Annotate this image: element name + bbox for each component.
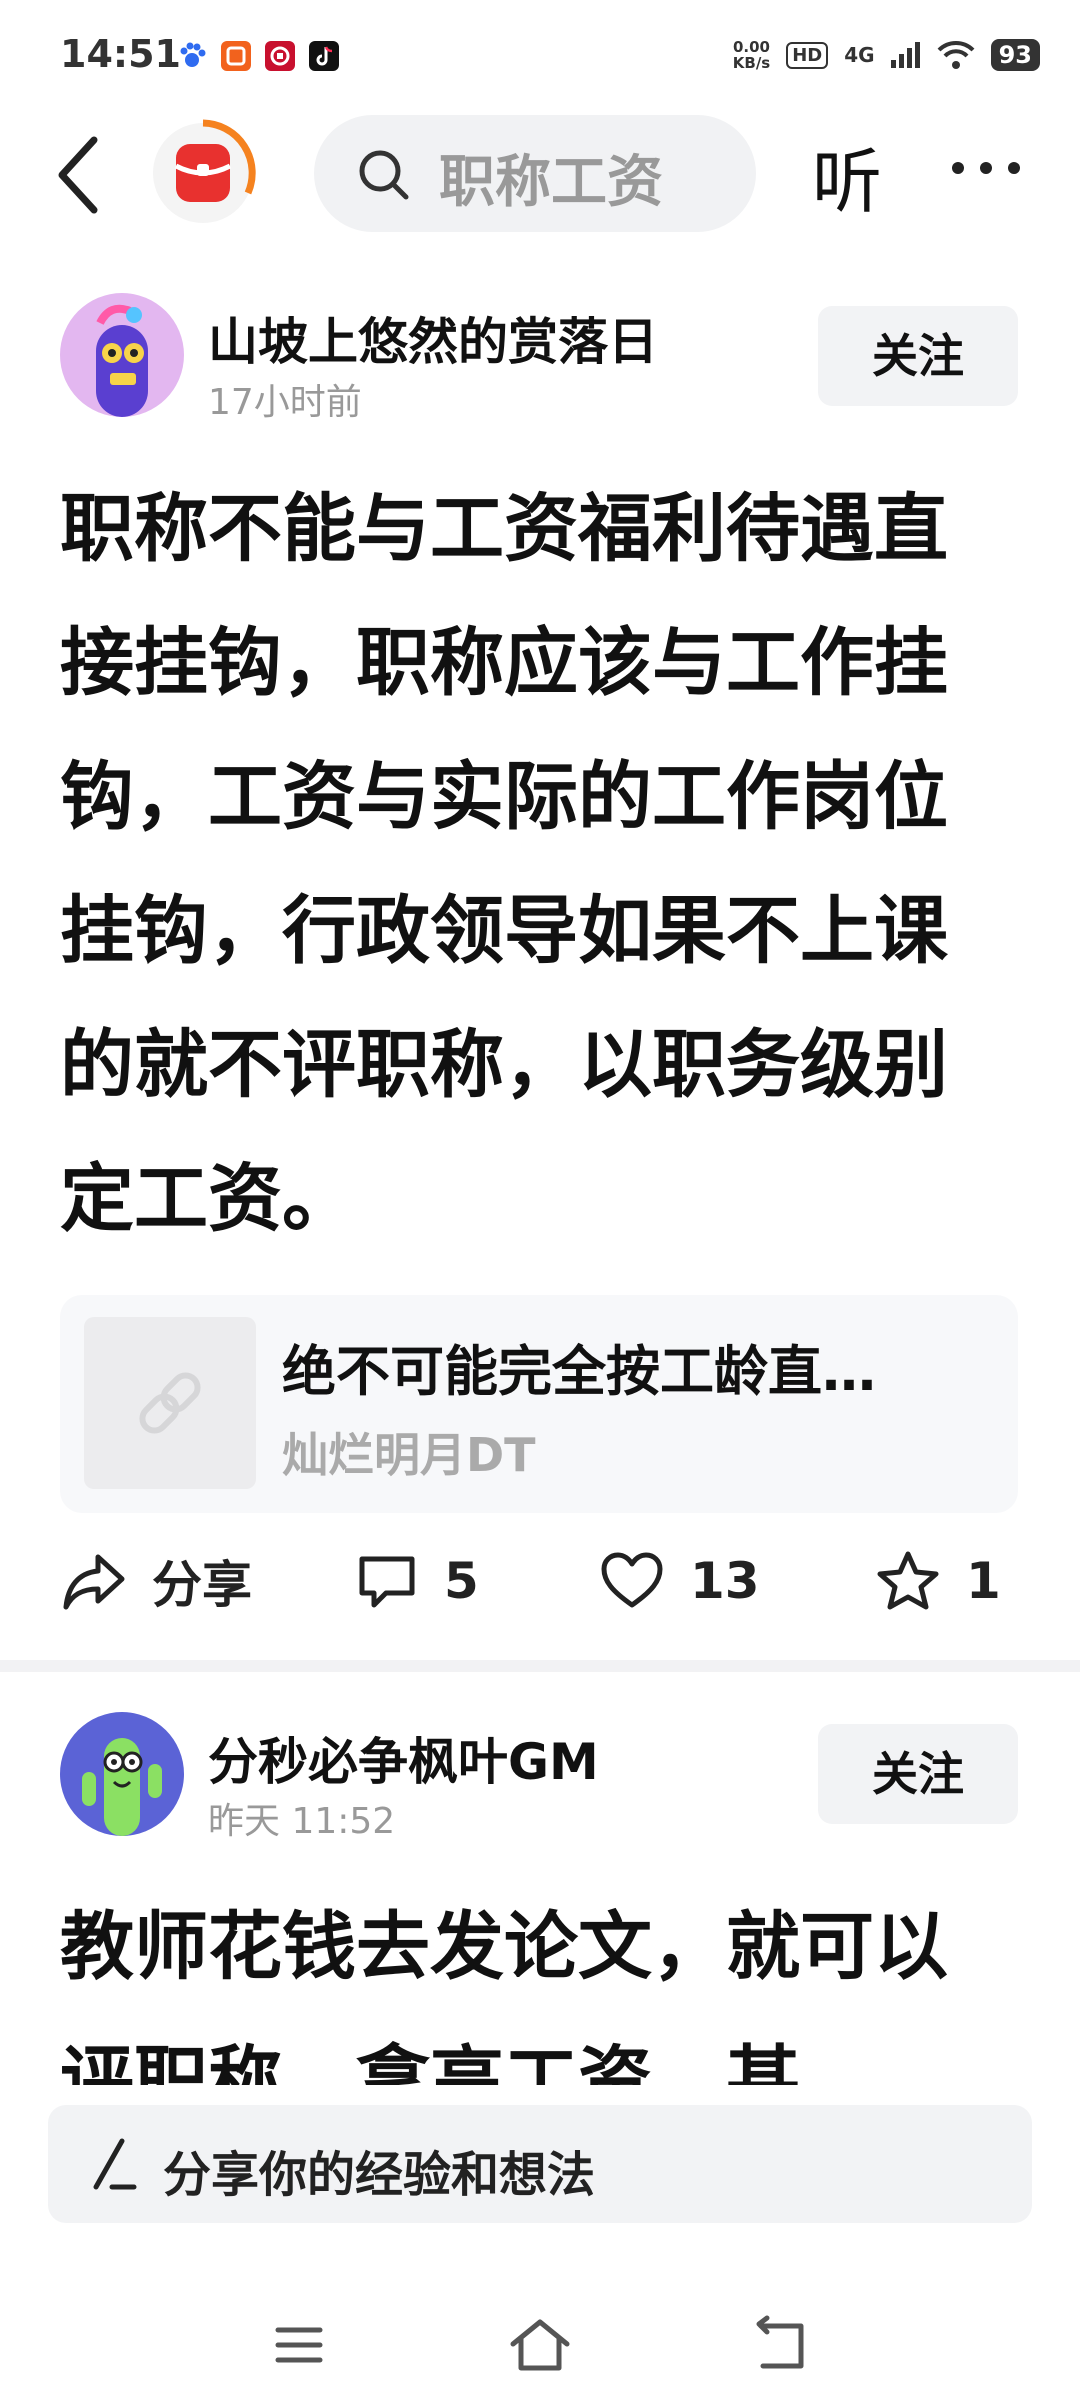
quote-title: 绝不可能完全按工龄直… bbox=[282, 1340, 876, 1403]
author-name[interactable]: 分秒必争枫叶GM bbox=[208, 1722, 599, 1794]
comment-count: 5 bbox=[444, 1552, 479, 1610]
net-speed-value: 0.00 bbox=[732, 38, 770, 56]
status-bar: 14:51 0.00 KB/s HD 4G 93 bbox=[0, 0, 1080, 110]
post-body-clip: 教师花钱去发论文，就可以评职称，拿高工资，甚 bbox=[60, 1880, 1018, 2085]
author-avatar[interactable] bbox=[60, 293, 184, 417]
tiktok-icon bbox=[309, 41, 339, 71]
quote-author: 灿烂明月DT bbox=[282, 1428, 536, 1482]
pen-icon bbox=[93, 2138, 137, 2190]
monster-avatar-icon bbox=[60, 293, 184, 417]
baidu-paw-icon bbox=[180, 42, 206, 67]
back-arrow-icon[interactable] bbox=[50, 130, 110, 220]
hd-badge: HD bbox=[786, 41, 829, 69]
search-icon bbox=[359, 150, 409, 200]
composer-placeholder: 分享你的经验和想法 bbox=[163, 2147, 596, 2203]
star-icon bbox=[877, 1551, 939, 1610]
favorite-action[interactable]: 1 bbox=[876, 1545, 1001, 1617]
author-name[interactable]: 山坡上悠然的赏落日 bbox=[208, 302, 658, 374]
share-action[interactable]: 分享 bbox=[62, 1545, 252, 1617]
post-body[interactable]: 职称不能与工资福利待遇直接挂钩，职称应该与工作挂钩，工资与实际的工作岗位挂钩，行… bbox=[60, 462, 1018, 1266]
search-query-text: 职称工资 bbox=[439, 150, 663, 215]
status-time: 14:51 bbox=[60, 32, 181, 76]
shop-icon bbox=[221, 41, 251, 71]
more-options-icon[interactable] bbox=[950, 148, 1022, 188]
post-body[interactable]: 教师花钱去发论文，就可以评职称，拿高工资，甚 bbox=[60, 1880, 1018, 2085]
post-time: 17小时前 bbox=[208, 382, 362, 423]
battery-indicator: 93 bbox=[990, 39, 1040, 71]
like-count: 13 bbox=[690, 1552, 760, 1610]
quote-thumbnail bbox=[84, 1317, 256, 1489]
favorite-count: 1 bbox=[966, 1552, 1001, 1610]
quoted-post-card[interactable]: 绝不可能完全按工龄直… 灿烂明月DT bbox=[60, 1295, 1018, 1513]
comment-composer[interactable]: 分享你的经验和想法 bbox=[48, 2105, 1032, 2223]
post-divider bbox=[0, 1660, 1080, 1672]
net-speed: 0.00 KB/s bbox=[733, 39, 770, 71]
link-icon bbox=[139, 1372, 201, 1434]
menu-icon[interactable] bbox=[264, 2310, 334, 2380]
net-speed-unit: KB/s bbox=[732, 54, 771, 72]
bank-icon bbox=[265, 41, 295, 71]
comment-action[interactable]: 5 bbox=[356, 1545, 479, 1617]
heart-icon bbox=[601, 1552, 663, 1608]
share-label: 分享 bbox=[152, 1556, 252, 1614]
search-bar[interactable]: 职称工资 bbox=[314, 115, 756, 232]
share-icon bbox=[63, 1554, 125, 1610]
signal-icon bbox=[890, 42, 920, 68]
post-time: 昨天 11:52 bbox=[208, 1801, 396, 1842]
cactus-avatar-icon bbox=[60, 1712, 184, 1836]
follow-button[interactable]: 关注 bbox=[818, 1724, 1018, 1824]
network-type: 4G bbox=[844, 43, 875, 67]
app-logo-icon[interactable] bbox=[148, 118, 258, 228]
follow-button[interactable]: 关注 bbox=[818, 306, 1018, 406]
back-nav-icon[interactable] bbox=[745, 2310, 815, 2380]
author-avatar[interactable] bbox=[60, 1712, 184, 1836]
listen-button[interactable]: 听 bbox=[812, 126, 882, 227]
like-action[interactable]: 13 bbox=[600, 1545, 760, 1617]
status-indicators: 0.00 KB/s HD 4G 93 bbox=[733, 30, 1040, 80]
comment-icon bbox=[359, 1556, 415, 1608]
home-icon[interactable] bbox=[505, 2310, 575, 2380]
system-navigation-bar bbox=[0, 2260, 1080, 2400]
wifi-icon bbox=[937, 40, 975, 69]
